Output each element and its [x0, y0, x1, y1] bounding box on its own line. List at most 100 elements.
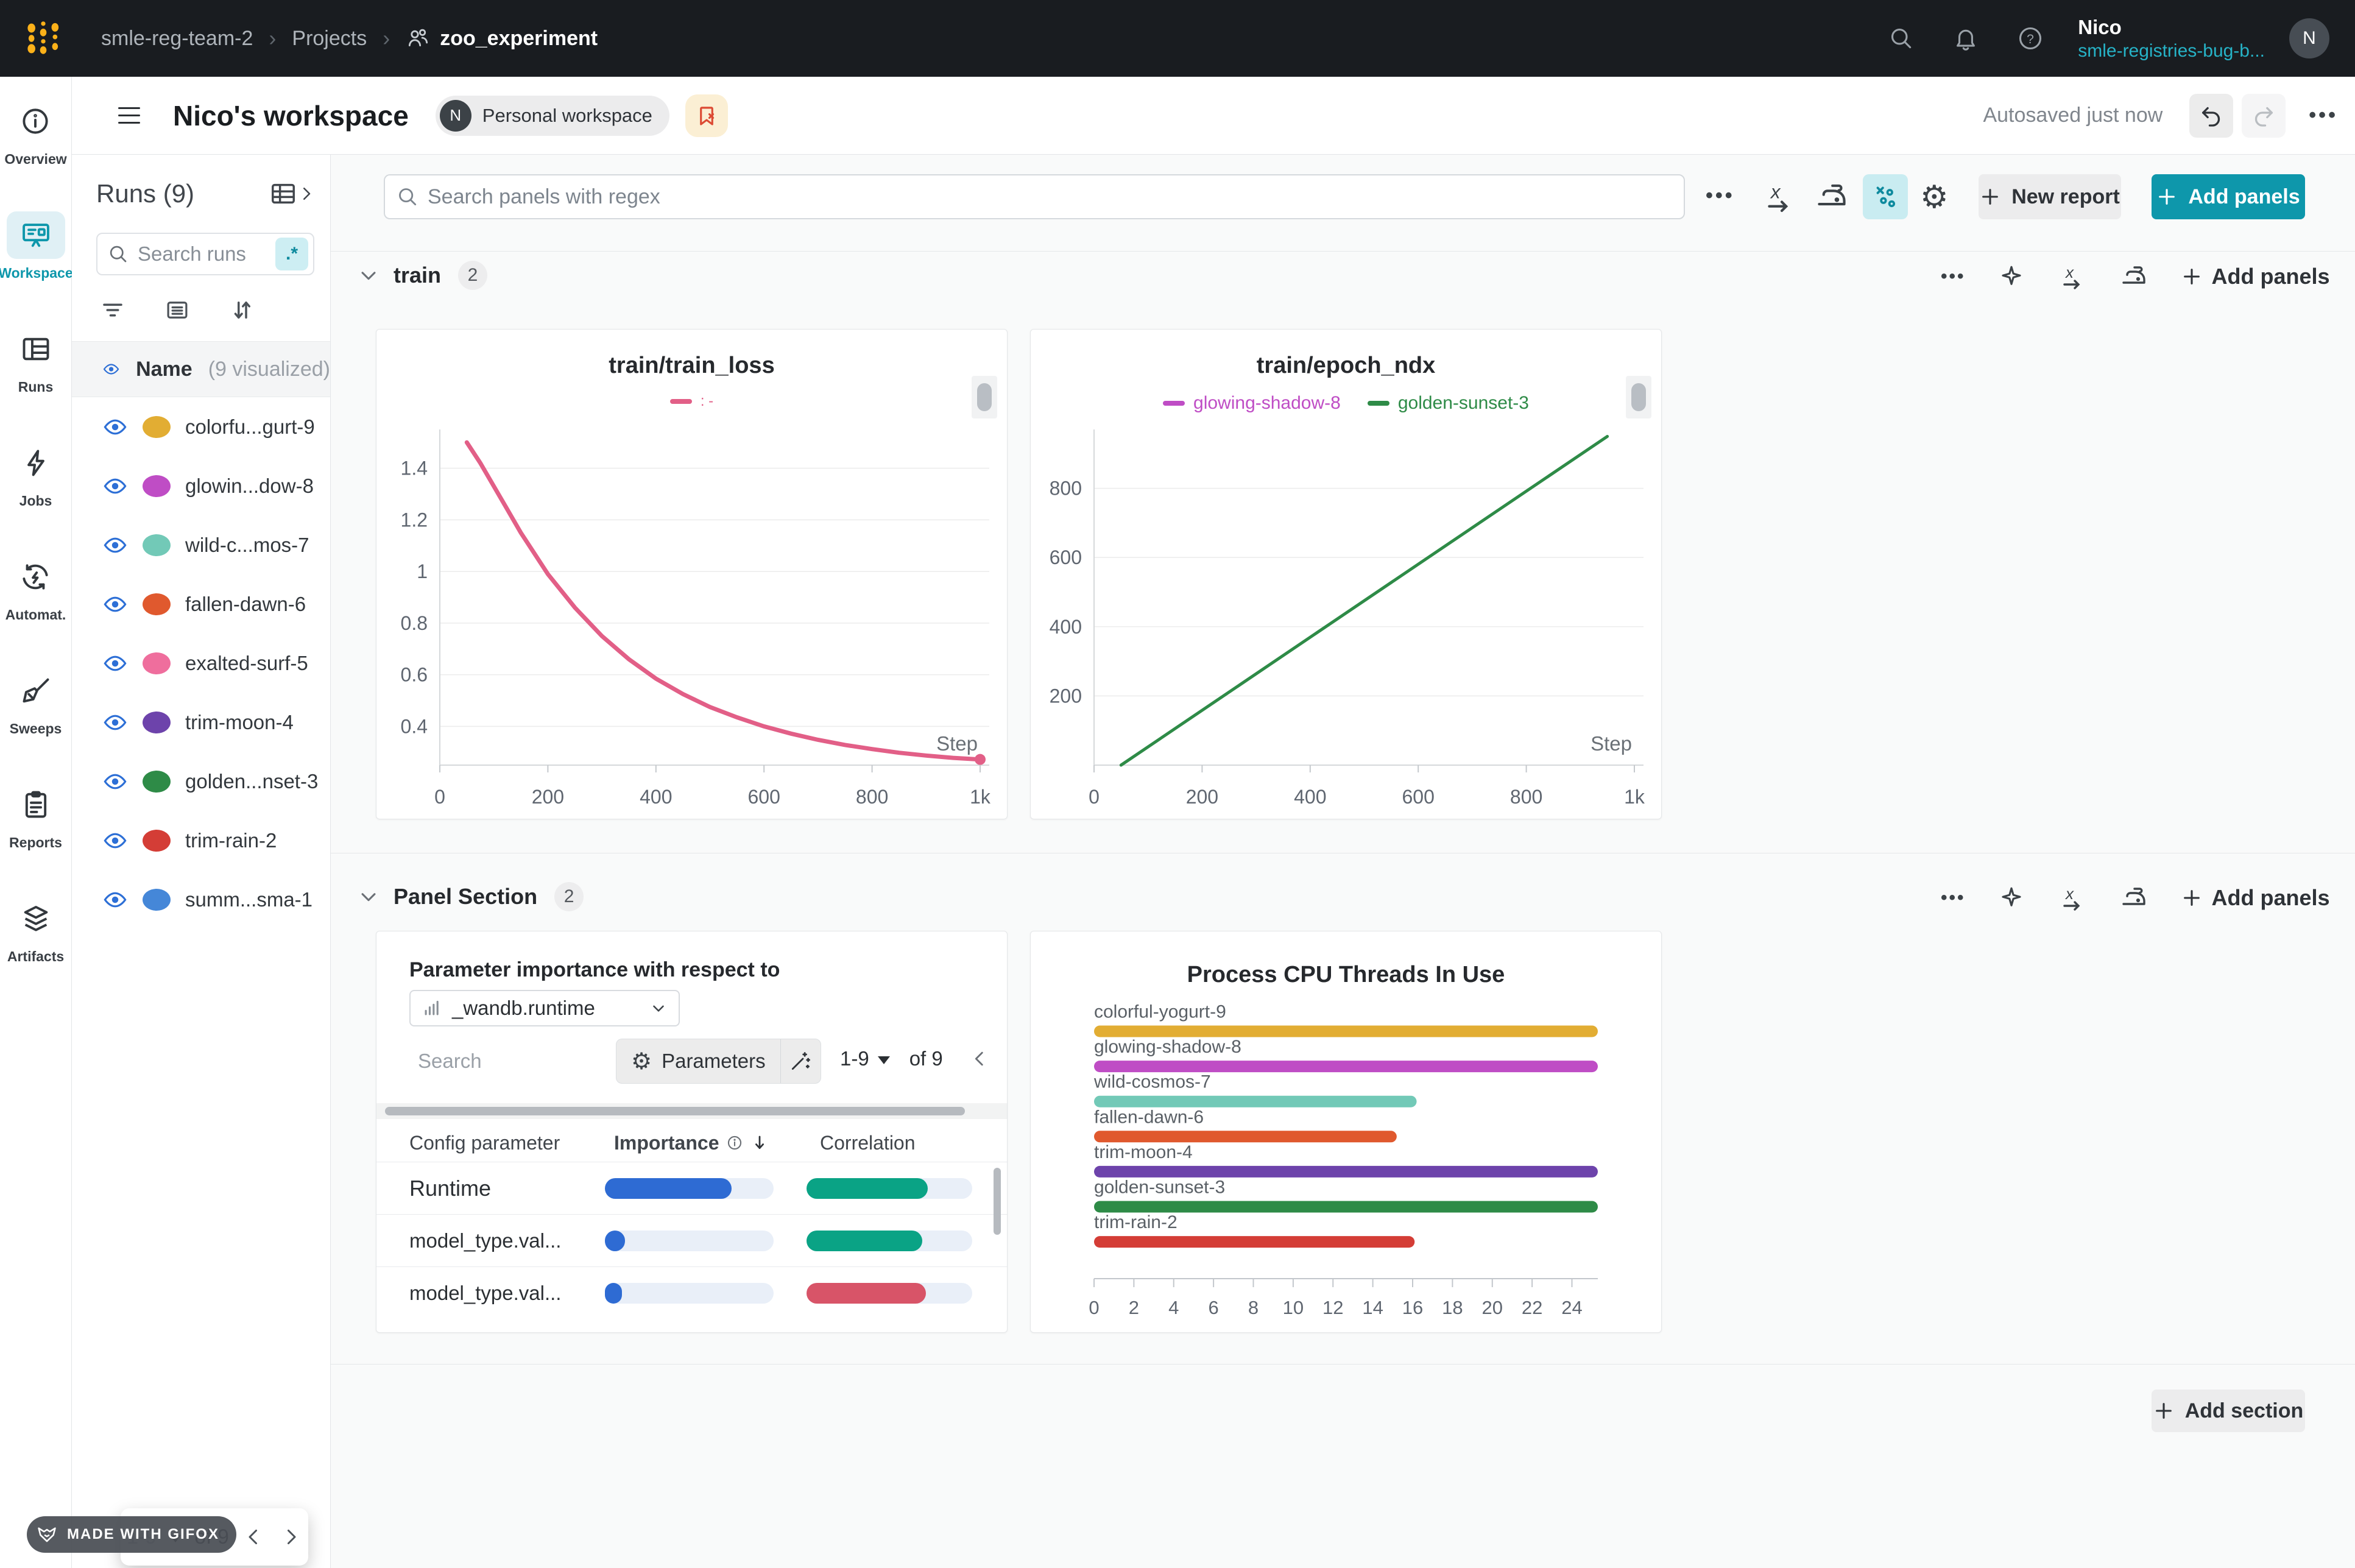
parameter-row[interactable]: Runtime: [376, 1162, 1007, 1214]
panel-train-loss[interactable]: train/train_loss : - 0.40.60.811.21.4020…: [376, 329, 1008, 819]
breadcrumb-projects[interactable]: Projects: [292, 27, 367, 51]
panel-epoch-ndx[interactable]: train/epoch_ndx glowing-shadow-8golden-s…: [1030, 329, 1662, 819]
section-x-axis-icon[interactable]: x: [2057, 883, 2086, 913]
run-list-item[interactable]: golden...nset-3: [72, 752, 330, 811]
settings-gear-icon[interactable]: ⚙: [1920, 179, 1949, 216]
section-smoothing-icon[interactable]: [2119, 883, 2148, 913]
parameter-search-placeholder[interactable]: Search: [418, 1050, 482, 1073]
visibility-eye-icon[interactable]: [102, 414, 128, 440]
train-loss-line-chart[interactable]: 0.40.60.811.21.402004006008001kStep: [386, 421, 998, 811]
visibility-eye-icon[interactable]: [102, 769, 128, 794]
visibility-eye-icon[interactable]: [102, 887, 128, 913]
section-overflow-icon[interactable]: •••: [1941, 888, 1966, 908]
add-section-button[interactable]: Add section: [2152, 1390, 2305, 1432]
parameter-row[interactable]: model_type.val...: [376, 1266, 1007, 1319]
magic-wand-button[interactable]: [780, 1039, 821, 1083]
section-header-train[interactable]: train 2: [358, 261, 487, 290]
section-header-panel-section[interactable]: Panel Section 2: [358, 882, 584, 911]
parameters-button[interactable]: ⚙ Parameters: [616, 1039, 780, 1083]
visibility-eye-icon[interactable]: [102, 828, 128, 853]
prev-page-chevron-icon[interactable]: [242, 1526, 264, 1548]
sidebar-item-automations[interactable]: Automat.: [5, 553, 66, 644]
sidebar-item-artifacts[interactable]: Artifacts: [7, 895, 64, 986]
breadcrumb-team[interactable]: smle-reg-team-2: [101, 27, 253, 51]
metric-select-dropdown[interactable]: _wandb.runtime: [409, 990, 680, 1026]
undo-button[interactable]: [2189, 94, 2233, 138]
column-correlation[interactable]: Correlation: [820, 1132, 916, 1154]
search-panels-input[interactable]: Search panels with regex: [384, 174, 1685, 219]
search-icon[interactable]: [1888, 25, 1915, 52]
run-list-item[interactable]: glowin...dow-8: [72, 456, 330, 515]
run-list-item[interactable]: exalted-surf-5: [72, 634, 330, 693]
run-list-item[interactable]: summ...sma-1: [72, 870, 330, 929]
sort-icon[interactable]: [229, 297, 255, 323]
parameter-row[interactable]: model_type.val...: [376, 1214, 1007, 1266]
run-list-item[interactable]: fallen-dawn-6: [72, 574, 330, 634]
collapse-chevron-icon[interactable]: [969, 1048, 990, 1069]
sidebar-item-overview[interactable]: Overview: [4, 97, 66, 188]
run-list-item[interactable]: wild-c...mos-7: [72, 515, 330, 574]
svg-text:200: 200: [1050, 685, 1082, 707]
epoch-ndx-line-chart[interactable]: 20040060080002004006008001kStep: [1040, 421, 1653, 811]
breadcrumb-project[interactable]: zoo_experiment: [406, 26, 598, 51]
new-report-button[interactable]: New report: [1979, 174, 2121, 219]
toolbar-overflow-icon[interactable]: •••: [1706, 184, 1735, 208]
avatar[interactable]: N: [2289, 18, 2329, 58]
group-list-icon[interactable]: [164, 297, 190, 323]
menu-hamburger-icon[interactable]: [118, 102, 140, 129]
personal-workspace-badge[interactable]: N Personal workspace: [436, 96, 669, 136]
sidebar-item-workspace[interactable]: Workspace: [0, 211, 73, 302]
panel-cpu-threads[interactable]: Process CPU Threads In Use colorful-yogu…: [1030, 931, 1662, 1333]
header-overflow-menu-icon[interactable]: •••: [2309, 104, 2338, 127]
parameter-pager[interactable]: 1-9 of 9: [840, 1047, 943, 1070]
visibility-eye-icon[interactable]: [102, 473, 128, 499]
wandb-logo-icon[interactable]: [26, 19, 61, 58]
help-icon[interactable]: ?: [2017, 25, 2044, 52]
search-runs-input[interactable]: Search runs .*: [96, 233, 314, 275]
chevron-down-icon[interactable]: [358, 886, 379, 907]
visibility-eye-icon[interactable]: [102, 592, 128, 617]
add-panels-button[interactable]: Add panels: [2152, 174, 2305, 219]
section-x-axis-icon[interactable]: x: [2057, 262, 2086, 291]
x-axis-settings-icon[interactable]: x: [1760, 179, 1796, 214]
section-smoothing-icon[interactable]: [2119, 262, 2148, 291]
outliers-scatter-toggle-icon[interactable]: [1863, 174, 1908, 219]
visibility-eye-icon[interactable]: [102, 651, 128, 676]
run-list-item[interactable]: trim-moon-4: [72, 693, 330, 752]
visibility-eye-icon[interactable]: [102, 710, 128, 735]
panel-parameter-importance[interactable]: Parameter importance with respect to _wa…: [376, 931, 1008, 1333]
sidebar-item-runs[interactable]: Runs: [18, 325, 54, 416]
section-spark-pin-icon[interactable]: [1999, 264, 2024, 289]
filter-icon[interactable]: [100, 297, 125, 323]
section-overflow-icon[interactable]: •••: [1941, 266, 1966, 287]
redo-button[interactable]: [2242, 94, 2286, 138]
regex-toggle-button[interactable]: .*: [275, 238, 308, 270]
horizontal-scrollbar[interactable]: [376, 1103, 1007, 1119]
run-list-item[interactable]: trim-rain-2: [72, 811, 330, 870]
section-add-panels-button[interactable]: Add panels: [2181, 885, 2330, 911]
smoothing-iron-icon[interactable]: [1814, 179, 1849, 214]
vertical-scrollbar[interactable]: [994, 1168, 1001, 1235]
sidebar-item-sweeps[interactable]: Sweeps: [10, 667, 62, 758]
run-list-item[interactable]: colorfu...gurt-9: [72, 397, 330, 456]
panel-drag-handle[interactable]: [1626, 376, 1651, 418]
clear-workspace-icon[interactable]: [685, 94, 728, 137]
section-add-panels-button[interactable]: Add panels: [2181, 264, 2330, 289]
visibility-eye-icon[interactable]: [102, 356, 120, 382]
sidebar-item-jobs[interactable]: Jobs: [19, 439, 52, 530]
runs-table-expand-icon[interactable]: [269, 180, 316, 208]
chevron-down-icon: [649, 999, 668, 1017]
runs-list-header[interactable]: Name (9 visualized): [72, 341, 330, 397]
chevron-down-icon[interactable]: [358, 265, 379, 286]
sidebar-item-reports[interactable]: Reports: [9, 781, 62, 872]
column-importance[interactable]: Importance: [614, 1132, 769, 1154]
user-menu[interactable]: Nico smle-registries-bug-b...: [2078, 15, 2265, 63]
section-spark-pin-icon[interactable]: [1999, 885, 2024, 911]
user-team-link[interactable]: smle-registries-bug-b...: [2078, 40, 2265, 63]
cpu-threads-bar-chart[interactable]: colorful-yogurt-9glowing-shadow-8wild-co…: [1040, 986, 1653, 1327]
visibility-eye-icon[interactable]: [102, 532, 128, 558]
notifications-bell-icon[interactable]: [1952, 25, 1979, 52]
next-page-chevron-icon[interactable]: [280, 1526, 302, 1548]
column-config-parameter[interactable]: Config parameter: [409, 1132, 560, 1154]
panel-drag-handle[interactable]: [972, 376, 997, 418]
